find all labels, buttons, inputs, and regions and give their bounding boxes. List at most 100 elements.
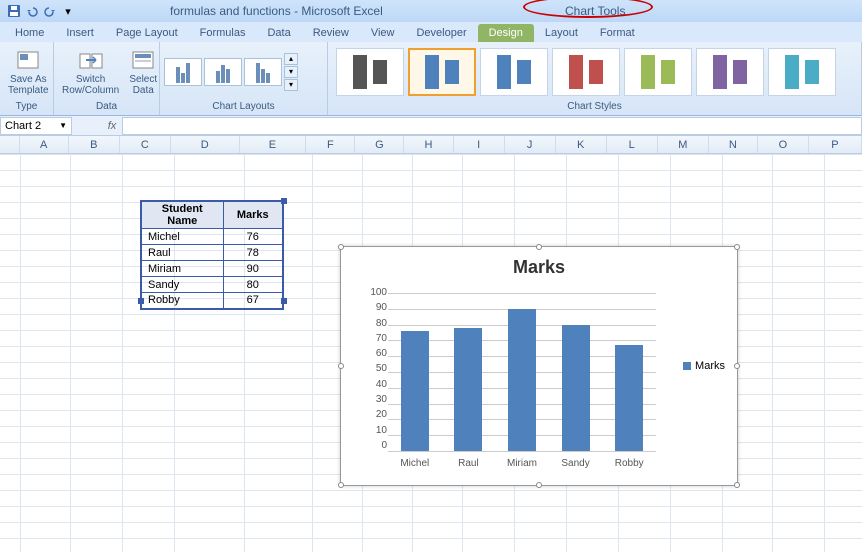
y-tick: 10 — [367, 425, 387, 436]
chart-layout-2[interactable] — [204, 58, 242, 86]
fx-icon[interactable]: fx — [102, 120, 122, 132]
chart-bar[interactable] — [508, 309, 536, 451]
tab-view[interactable]: View — [360, 24, 406, 42]
column-header-E[interactable]: E — [240, 136, 307, 153]
document-title: formulas and functions - Microsoft Excel — [170, 4, 383, 18]
undo-icon[interactable] — [24, 3, 40, 19]
column-header-H[interactable]: H — [404, 136, 453, 153]
save-as-template-button[interactable]: Save As Template — [4, 48, 53, 96]
column-header-K[interactable]: K — [556, 136, 607, 153]
chart-bar[interactable] — [401, 331, 429, 451]
column-header-J[interactable]: J — [505, 136, 556, 153]
redo-icon[interactable] — [42, 3, 58, 19]
column-header-F[interactable]: F — [306, 136, 355, 153]
tab-design[interactable]: Design — [478, 24, 534, 42]
quick-access-toolbar: ▾ — [0, 3, 76, 19]
chart-handle[interactable] — [734, 244, 740, 250]
save-icon[interactable] — [6, 3, 22, 19]
tab-formulas[interactable]: Formulas — [189, 24, 257, 42]
table-row[interactable]: Raul78 — [141, 245, 283, 261]
y-tick: 20 — [367, 409, 387, 420]
column-header-I[interactable]: I — [454, 136, 505, 153]
column-header-M[interactable]: M — [658, 136, 709, 153]
y-tick: 100 — [367, 287, 387, 298]
tab-insert[interactable]: Insert — [55, 24, 105, 42]
chart-handle[interactable] — [536, 244, 542, 250]
chart-style-2[interactable] — [408, 48, 476, 96]
column-header-C[interactable]: C — [120, 136, 171, 153]
chart-handle[interactable] — [338, 244, 344, 250]
chart-style-5[interactable] — [624, 48, 692, 96]
chart-style-6[interactable] — [696, 48, 764, 96]
selection-handle[interactable] — [281, 298, 287, 304]
y-tick: 90 — [367, 302, 387, 313]
tab-format[interactable]: Format — [589, 24, 646, 42]
header-student-name: Student Name — [141, 201, 223, 229]
table-row[interactable]: Robby67 — [141, 293, 283, 309]
select-data-button[interactable]: Select Data — [125, 48, 161, 96]
spreadsheet-grid[interactable]: Student NameMarks Michel76Raul78Miriam90… — [0, 154, 862, 552]
column-header-N[interactable]: N — [709, 136, 758, 153]
table-row[interactable]: Sandy80 — [141, 277, 283, 293]
name-box-dropdown-icon[interactable]: ▼ — [59, 121, 67, 130]
chart-style-1[interactable] — [336, 48, 404, 96]
template-icon — [14, 48, 42, 74]
layout-scroll-up[interactable]: ▴ — [284, 53, 298, 65]
tab-review[interactable]: Review — [302, 24, 360, 42]
chart-layout-1[interactable] — [164, 58, 202, 86]
chart-handle[interactable] — [734, 482, 740, 488]
chart-title[interactable]: Marks — [341, 257, 737, 278]
data-table: Student NameMarks Michel76Raul78Miriam90… — [140, 200, 284, 310]
ribbon-group-type: Save As Template Type — [0, 42, 54, 115]
select-data-icon — [129, 48, 157, 74]
chart-style-4[interactable] — [552, 48, 620, 96]
chart-handle[interactable] — [338, 363, 344, 369]
plot-area — [388, 293, 656, 451]
chart-handle[interactable] — [536, 482, 542, 488]
chart-bar[interactable] — [454, 328, 482, 451]
layout-more[interactable]: ▾ — [284, 79, 298, 91]
chart-handle[interactable] — [338, 482, 344, 488]
ribbon-tabs: Home Insert Page Layout Formulas Data Re… — [0, 22, 862, 42]
column-header-B[interactable]: B — [69, 136, 120, 153]
chart-bar[interactable] — [615, 345, 643, 451]
chart-handle[interactable] — [734, 363, 740, 369]
chart-legend[interactable]: Marks — [683, 360, 725, 372]
tab-data[interactable]: Data — [256, 24, 301, 42]
column-header-P[interactable]: P — [809, 136, 862, 153]
annotation-oval — [523, 0, 653, 18]
qat-dropdown-icon[interactable]: ▾ — [60, 3, 76, 19]
y-tick: 40 — [367, 379, 387, 390]
column-header-O[interactable]: O — [758, 136, 809, 153]
layout-scroll-down[interactable]: ▾ — [284, 66, 298, 78]
column-header-A[interactable]: A — [20, 136, 69, 153]
tab-home[interactable]: Home — [4, 24, 55, 42]
chart-style-7[interactable] — [768, 48, 836, 96]
y-tick: 30 — [367, 394, 387, 405]
header-marks: Marks — [223, 201, 283, 229]
tab-page-layout[interactable]: Page Layout — [105, 24, 189, 42]
ribbon-group-data: Switch Row/Column Select Data Data — [54, 42, 160, 115]
tab-developer[interactable]: Developer — [405, 24, 477, 42]
x-tick: Miriam — [495, 458, 549, 469]
table-row[interactable]: Miriam90 — [141, 261, 283, 277]
column-header-D[interactable]: D — [171, 136, 240, 153]
table-row[interactable]: Michel76 — [141, 229, 283, 245]
tab-layout[interactable]: Layout — [534, 24, 589, 42]
switch-row-column-button[interactable]: Switch Row/Column — [58, 48, 123, 96]
column-header-G[interactable]: G — [355, 136, 404, 153]
chart-bar[interactable] — [562, 325, 590, 451]
embedded-chart[interactable]: Marks 1009080706050403020100 MichelRaulM… — [340, 246, 738, 486]
chart-style-3[interactable] — [480, 48, 548, 96]
y-tick: 70 — [367, 333, 387, 344]
formula-bar: Chart 2 ▼ fx — [0, 116, 862, 136]
selection-handle[interactable] — [281, 198, 287, 204]
y-tick: 50 — [367, 363, 387, 374]
chart-layout-3[interactable] — [244, 58, 282, 86]
selection-handle[interactable] — [138, 298, 144, 304]
name-box[interactable]: Chart 2 ▼ — [0, 117, 72, 135]
ribbon-group-chart-styles: Chart Styles — [328, 42, 862, 115]
y-tick: 80 — [367, 318, 387, 329]
column-header-L[interactable]: L — [607, 136, 658, 153]
formula-input[interactable] — [122, 117, 862, 135]
